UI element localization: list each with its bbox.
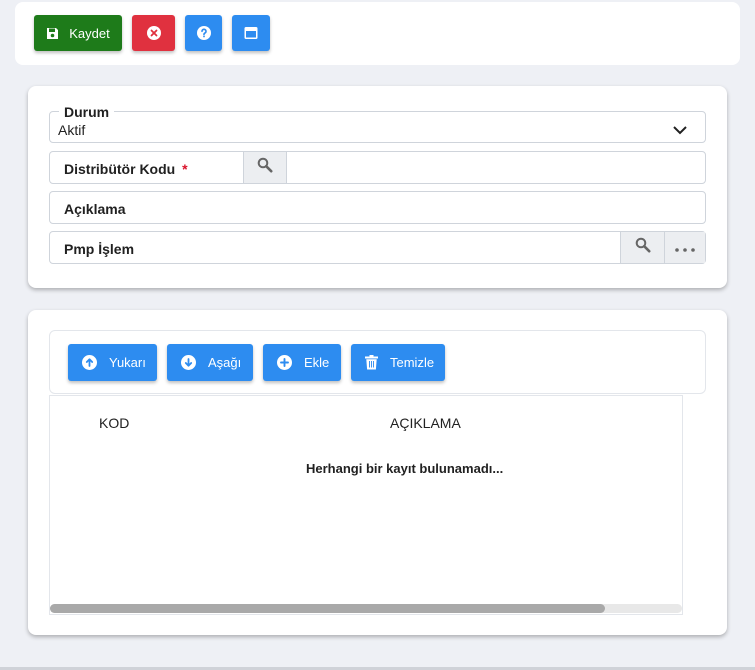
scrollbar-thumb[interactable]: [50, 604, 605, 613]
clear-button[interactable]: Temizle: [351, 344, 445, 381]
trash-icon: [365, 355, 378, 370]
search-icon: [635, 237, 651, 258]
move-down-button[interactable]: Aşağı: [167, 344, 253, 381]
chevron-down-icon: [673, 122, 687, 140]
empty-message: Herhangi bir kayıt bulunamadı...: [306, 461, 504, 476]
save-icon: [46, 27, 59, 40]
toolbar: Kaydet: [15, 2, 740, 65]
window-icon: [244, 26, 258, 40]
data-grid: KOD AÇIKLAMA Herhangi bir kayıt bulunama…: [49, 395, 683, 615]
clear-label: Temizle: [390, 355, 435, 370]
more-horizontal-icon: [675, 239, 695, 257]
distributor-search-button[interactable]: [243, 152, 286, 183]
add-button[interactable]: Ekle: [263, 344, 341, 381]
move-up-button[interactable]: Yukarı: [68, 344, 157, 381]
status-label: Durum: [59, 104, 115, 120]
pmp-process-field[interactable]: Pmp İşlem: [49, 231, 706, 264]
distributor-code-field[interactable]: Distribütör Kodu *: [49, 151, 706, 184]
column-header-kod[interactable]: KOD: [99, 415, 129, 431]
move-up-label: Yukarı: [109, 355, 146, 370]
save-label: Kaydet: [69, 25, 110, 41]
pmp-more-button[interactable]: [664, 232, 705, 263]
plus-circle-icon: [277, 355, 292, 370]
description-field[interactable]: Açıklama: [49, 191, 706, 224]
save-button[interactable]: Kaydet: [34, 15, 122, 51]
distributor-code-input[interactable]: [286, 152, 705, 183]
move-down-label: Aşağı: [208, 355, 242, 370]
description-label: Açıklama: [64, 201, 126, 217]
pmp-process-label: Pmp İşlem: [64, 241, 135, 257]
arrow-down-circle-icon: [181, 355, 196, 370]
horizontal-scrollbar[interactable]: [50, 604, 682, 613]
cancel-button[interactable]: [132, 15, 175, 51]
status-select[interactable]: Durum Aktif: [49, 104, 706, 143]
question-circle-icon: [196, 26, 211, 40]
arrow-up-circle-icon: [82, 355, 97, 370]
search-icon: [257, 157, 273, 178]
distributor-code-label: Distribütör Kodu *: [64, 161, 188, 177]
pmp-search-button[interactable]: [620, 232, 664, 263]
column-header-aciklama[interactable]: AÇIKLAMA: [390, 415, 461, 431]
help-button[interactable]: [185, 15, 222, 51]
required-mark: *: [182, 161, 188, 177]
close-circle-icon: [146, 26, 161, 40]
status-value: Aktif: [58, 122, 86, 138]
add-label: Ekle: [304, 355, 330, 370]
window-button[interactable]: [232, 15, 270, 51]
